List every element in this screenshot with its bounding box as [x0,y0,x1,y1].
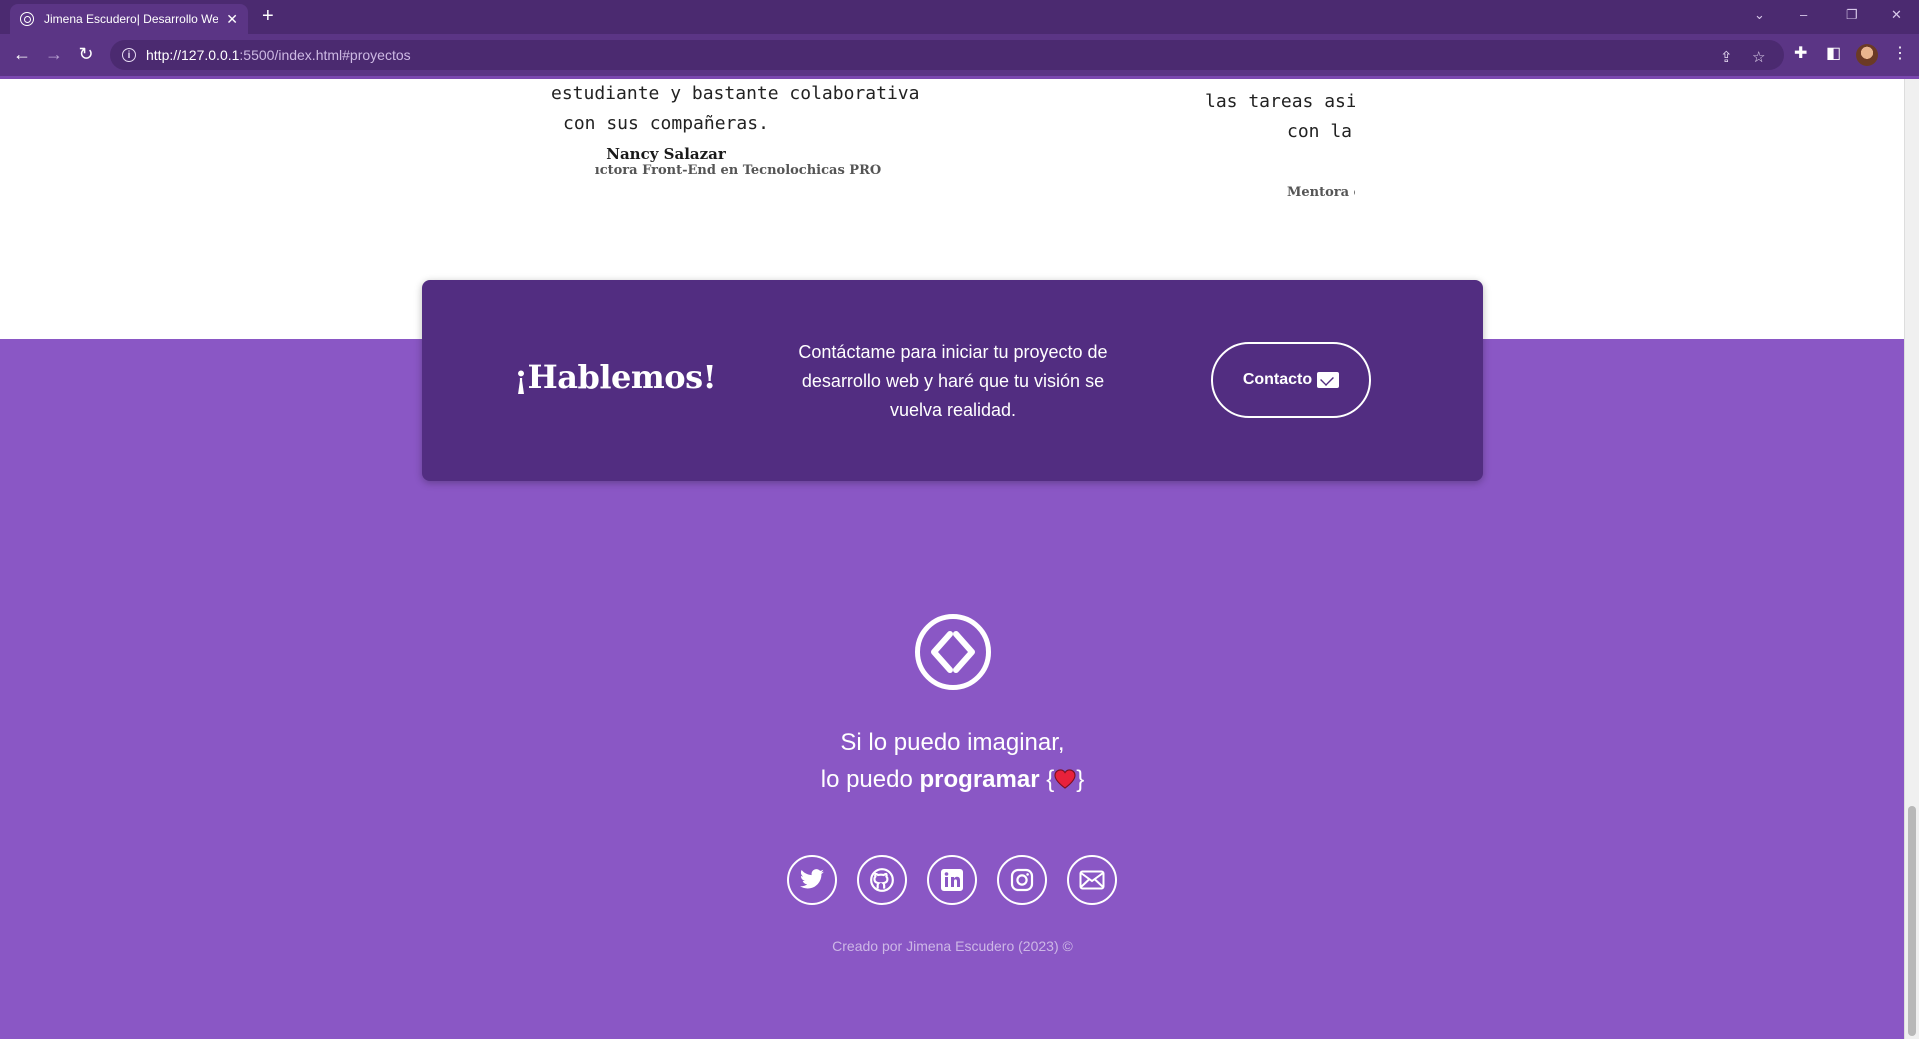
testimonial-card: las tareas asi con la Mentora c [1205,79,1355,209]
cta-title: ¡Hablemos! [514,358,717,396]
extensions-icon[interactable]: ✚ [1794,45,1807,63]
motto-line-1: Si lo puedo imaginar, [840,729,1065,756]
contact-cta-card: ¡Hablemos! Contáctame para iniciar tu pr… [422,280,1483,481]
instagram-link[interactable] [997,855,1047,905]
contact-button[interactable]: Contacto [1211,342,1371,418]
tab-search-icon[interactable]: ⌄ [1754,7,1765,23]
testimonial-quote-line: con sus compañeras. [563,113,769,134]
testimonial-author: Nancy Salazar [606,145,726,163]
cta-description: Contáctame para iniciar tu proyecto de d… [798,342,1108,420]
testimonial-role: ıctora Front-End en Tecnolochicas PRO [594,163,882,178]
share-icon[interactable]: ⇪ [1720,48,1733,66]
testimonial-quote-line: las tareas asi [1205,91,1355,112]
menu-icon[interactable]: ⋮ [1892,45,1908,63]
twitter-link[interactable] [787,855,837,905]
close-window-icon[interactable]: ✕ [1891,7,1902,23]
restore-icon[interactable]: ❐ [1846,7,1858,23]
minimize-icon[interactable]: – [1800,7,1807,22]
testimonial-card: estudiante y bastante colaborativa con s… [551,79,931,199]
site-favicon-icon [20,12,34,26]
side-panel-icon[interactable]: ◧ [1826,45,1841,63]
motto-highlight: programar [919,766,1040,793]
url-text: http://127.0.0.1:5500/index.html#proyect… [146,47,411,63]
scrollbar-thumb[interactable] [1908,806,1916,1036]
bookmark-star-icon[interactable]: ☆ [1752,48,1765,66]
profile-avatar[interactable] [1856,44,1878,66]
browser-tab-strip: Jimena Escudero| Desarrollo Web ✕ + ⌄ – … [0,0,1919,34]
testimonial-role: Mentora c [1287,185,1355,200]
page-scrollbar[interactable] [1904,79,1919,1039]
browser-toolbar: ← → ↻ i http://127.0.0.1:5500/index.html… [0,34,1919,76]
code-logo-icon [915,614,991,690]
close-tab-icon[interactable]: ✕ [226,12,238,26]
browser-tab[interactable]: Jimena Escudero| Desarrollo Web ✕ [10,4,248,34]
copyright-text: Creado por Jimena Escudero (2023) © [832,938,1073,954]
new-tab-button[interactable]: + [262,6,274,26]
motto-line-2: lo puedo programar {} [820,766,1085,793]
linkedin-link[interactable] [927,855,977,905]
mail-icon [1079,870,1105,890]
footer-motto: Si lo puedo imaginar, lo puedo programar… [700,724,1205,798]
github-link[interactable] [857,855,907,905]
reload-icon[interactable]: ↻ [75,43,97,65]
back-icon[interactable]: ← [11,43,33,65]
email-link[interactable] [1067,855,1117,905]
instagram-icon [1010,868,1034,892]
twitter-icon [800,869,824,889]
testimonial-quote-line: con la [1287,121,1353,142]
address-bar[interactable]: i http://127.0.0.1:5500/index.html#proye… [110,40,1784,70]
site-info-icon[interactable]: i [122,48,136,62]
tab-title: Jimena Escudero| Desarrollo Web [44,12,219,26]
heart-icon [1054,769,1076,789]
mail-check-icon [1317,372,1340,388]
testimonial-quote-line: estudiante y bastante colaborativa [551,83,920,104]
github-icon [870,868,894,892]
linkedin-icon [941,869,963,891]
social-links [787,855,1117,905]
contact-button-label: Contacto [1242,371,1313,388]
forward-icon[interactable]: → [43,43,65,65]
